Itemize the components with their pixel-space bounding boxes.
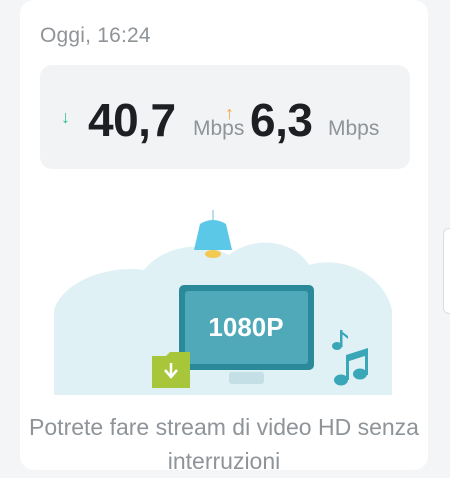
- download-folder-icon: [152, 352, 190, 388]
- download-speed-unit: Mbps: [193, 117, 245, 140]
- arrow-down-icon: ↓: [61, 107, 70, 127]
- speed-summary: ↓ 40,7 Mbps ↑ 6,3 Mbps: [40, 65, 410, 169]
- test-timestamp: Oggi, 16:24: [40, 24, 151, 47]
- result-card: Oggi, 16:24 ↓ 40,7 Mbps ↑ 6,3 Mbps 1080P: [20, 0, 428, 474]
- upload-speed-unit: Mbps: [328, 117, 380, 140]
- upload-speed-value: 6,3: [250, 94, 313, 146]
- arrow-up-icon: ↑: [225, 103, 234, 123]
- side-scroll-handle[interactable]: [443, 228, 450, 314]
- quality-message: Potrete fare stream di video HD senza in…: [29, 414, 419, 474]
- screen-label: 1080P: [208, 312, 283, 342]
- download-speed-value: 40,7: [88, 94, 176, 146]
- streaming-illustration: 1080P: [54, 210, 392, 395]
